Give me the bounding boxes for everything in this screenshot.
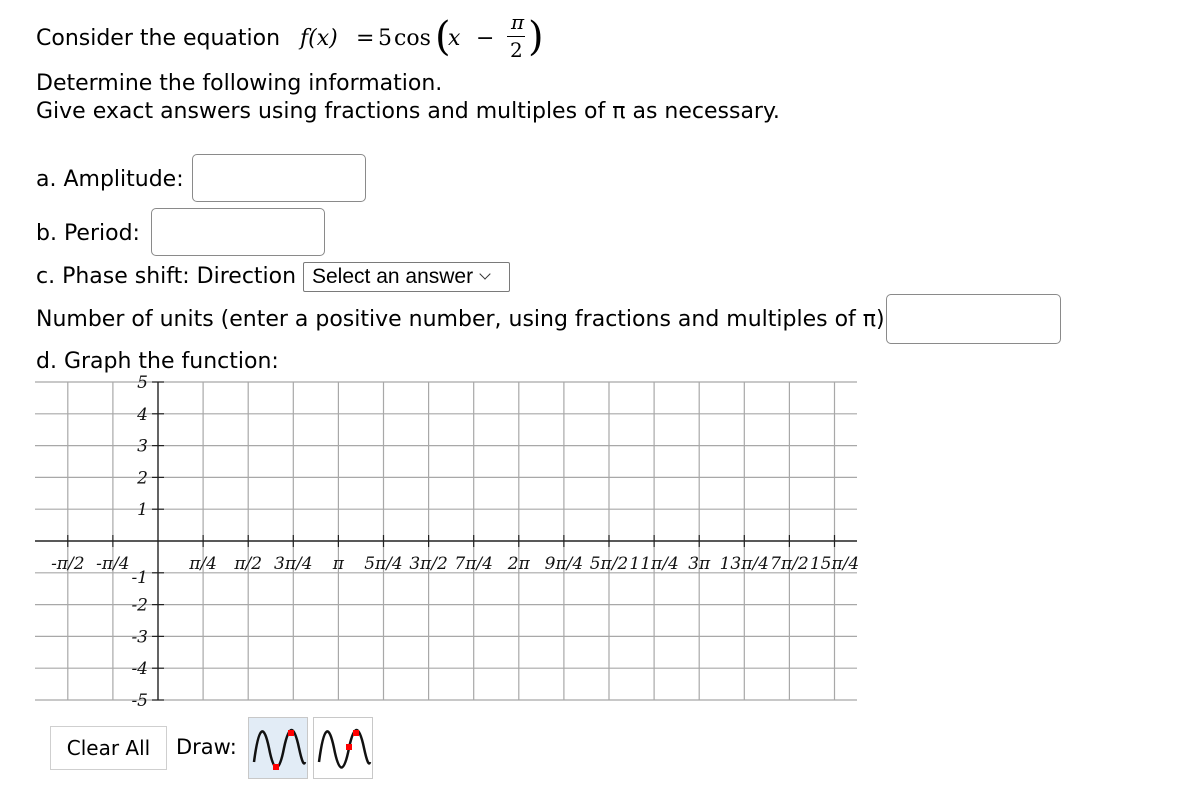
x-tick-label: 3π	[688, 554, 711, 574]
x-tick-label: -π/4	[96, 554, 129, 574]
equation-shift-denominator: 2	[510, 38, 523, 62]
point-marker	[288, 730, 294, 736]
amplitude-label: a. Amplitude:	[36, 167, 184, 192]
y-tick-label: -1	[131, 568, 148, 588]
select-value: Select an answer	[312, 265, 474, 288]
period-input[interactable]	[151, 208, 325, 256]
units-label: Number of units (enter a positive number…	[36, 307, 893, 332]
x-tick-label: 3π/4	[274, 554, 313, 574]
question-intro: Consider the equation	[36, 26, 280, 51]
x-tick-label: 7π/2	[770, 554, 809, 574]
phase-direction-select[interactable]: Select an answer	[303, 262, 510, 292]
period-label: b. Period:	[36, 221, 140, 246]
y-tick-label: 1	[137, 500, 148, 520]
sine-wave-midline-icon	[317, 728, 372, 769]
equation-func: cos	[394, 26, 431, 51]
x-tick-label: 5π/2	[590, 554, 629, 574]
y-tick-label: 5	[137, 373, 148, 393]
x-tick-label: 15π/4	[810, 554, 859, 574]
sine-wave-icon	[252, 728, 307, 770]
intro-text: Consider the equation	[36, 26, 281, 51]
clear-all-button[interactable]: Clear All	[50, 726, 167, 770]
equation-equals: =	[356, 26, 375, 51]
equation-paren-close: )	[528, 14, 544, 60]
phase-direction-label: c. Phase shift: Direction	[36, 264, 297, 289]
sine-midline-draw-tool-button[interactable]	[313, 717, 373, 779]
chevron-down-icon	[479, 268, 491, 280]
x-tick-label: -π/2	[51, 554, 84, 574]
y-tick-label: 4	[136, 405, 148, 425]
point-marker	[353, 730, 359, 736]
graph-canvas[interactable]: -π/2 -π/4 π/4 π/2 3π/4 π 5π/4 3π/2 7π/4 2π 9π/4 5π/…	[0, 370, 900, 715]
equation-lhs: f(x)	[300, 26, 338, 51]
x-tick-label: 13π/4	[720, 554, 769, 574]
x-tick-label: π/2	[233, 554, 262, 574]
sine-draw-tool-button[interactable]	[248, 717, 308, 779]
point-marker	[346, 744, 352, 750]
x-tick-label: 7π/4	[454, 554, 493, 574]
y-tick-label: 3	[137, 437, 148, 457]
equation-shift-numerator: π	[511, 10, 525, 34]
equation-minus: −	[476, 26, 495, 51]
equation-coef: 5	[378, 26, 392, 51]
x-tick-label: π	[332, 554, 345, 574]
x-tick-label: 2π	[507, 554, 531, 574]
point-marker	[273, 764, 279, 770]
y-tick-label: -2	[131, 596, 148, 616]
x-tick-label: 9π/4	[545, 554, 584, 574]
y-tick-label: -3	[131, 627, 148, 647]
x-tick-label: 11π/4	[629, 554, 678, 574]
y-tick-label: -4	[131, 659, 148, 679]
instruction-line-2: Give exact answers using fractions and m…	[36, 99, 780, 124]
x-tick-label: 3π/2	[409, 554, 448, 574]
x-tick-label: 5π/4	[364, 554, 403, 574]
equation-var: x	[448, 26, 461, 51]
x-tick-label: π/4	[188, 554, 217, 574]
fraction-bar	[507, 36, 525, 37]
y-tick-label: -5	[131, 691, 148, 711]
units-input[interactable]	[886, 294, 1061, 344]
amplitude-input[interactable]	[192, 154, 366, 202]
y-tick-label: 2	[136, 468, 148, 488]
instruction-line-1: Determine the following information.	[36, 71, 443, 96]
draw-label: Draw:	[176, 735, 237, 759]
